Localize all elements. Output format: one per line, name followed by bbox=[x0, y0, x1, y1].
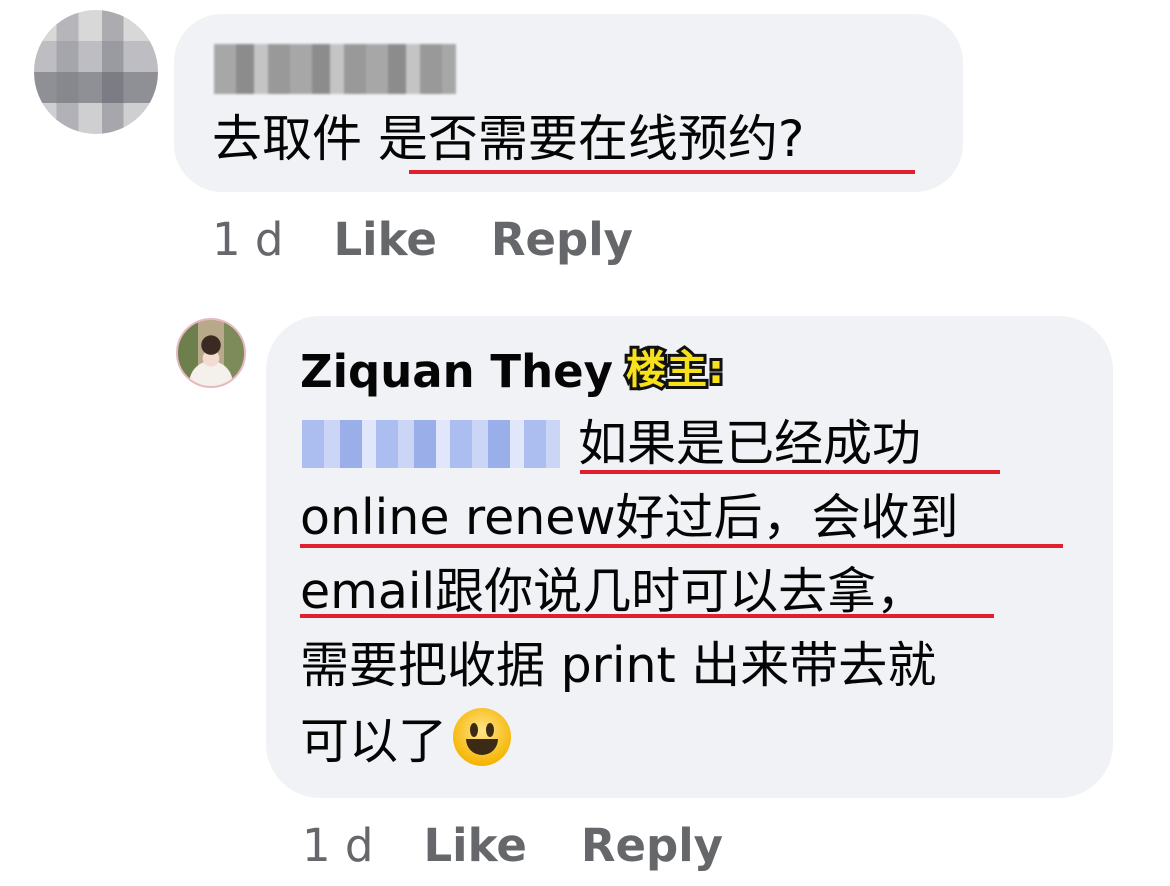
blurred-author-name[interactable] bbox=[214, 44, 456, 94]
reply-text-line-1: 如果是已经成功 bbox=[578, 415, 922, 472]
grinning-face-emoji-icon bbox=[453, 708, 512, 766]
comment-meta-row: 1 d Like Reply bbox=[212, 212, 687, 268]
highlight-underline bbox=[409, 170, 915, 174]
highlight-underline bbox=[300, 614, 994, 618]
reply-button[interactable]: Reply bbox=[581, 819, 723, 872]
reply-timestamp[interactable]: 1 d bbox=[302, 819, 374, 872]
reply-text-line-5: 可以了 bbox=[300, 708, 512, 774]
reply-author-avatar[interactable] bbox=[176, 318, 246, 388]
highlight-underline bbox=[300, 544, 1063, 548]
reply-text-line-5-text: 可以了 bbox=[300, 713, 448, 770]
comment-timestamp[interactable]: 1 d bbox=[212, 213, 284, 266]
reply-text-line-2: online renew好过后，会收到 bbox=[300, 489, 959, 546]
comment-text: 去取件 是否需要在线预约? bbox=[212, 110, 805, 168]
reply-meta-row: 1 d Like Reply bbox=[302, 818, 777, 874]
highlight-underline bbox=[580, 470, 1000, 474]
reply-button[interactable]: Reply bbox=[491, 213, 633, 266]
like-button[interactable]: Like bbox=[334, 213, 437, 266]
commenter-avatar-blurred[interactable] bbox=[34, 10, 158, 134]
reply-text-line-4: 需要把收据 print 出来带去就 bbox=[300, 637, 937, 694]
like-button[interactable]: Like bbox=[424, 819, 527, 872]
blurred-mention-tag[interactable] bbox=[302, 420, 560, 468]
op-badge: 楼主: bbox=[623, 344, 727, 396]
reply-author-name[interactable]: Ziquan They bbox=[300, 342, 613, 402]
